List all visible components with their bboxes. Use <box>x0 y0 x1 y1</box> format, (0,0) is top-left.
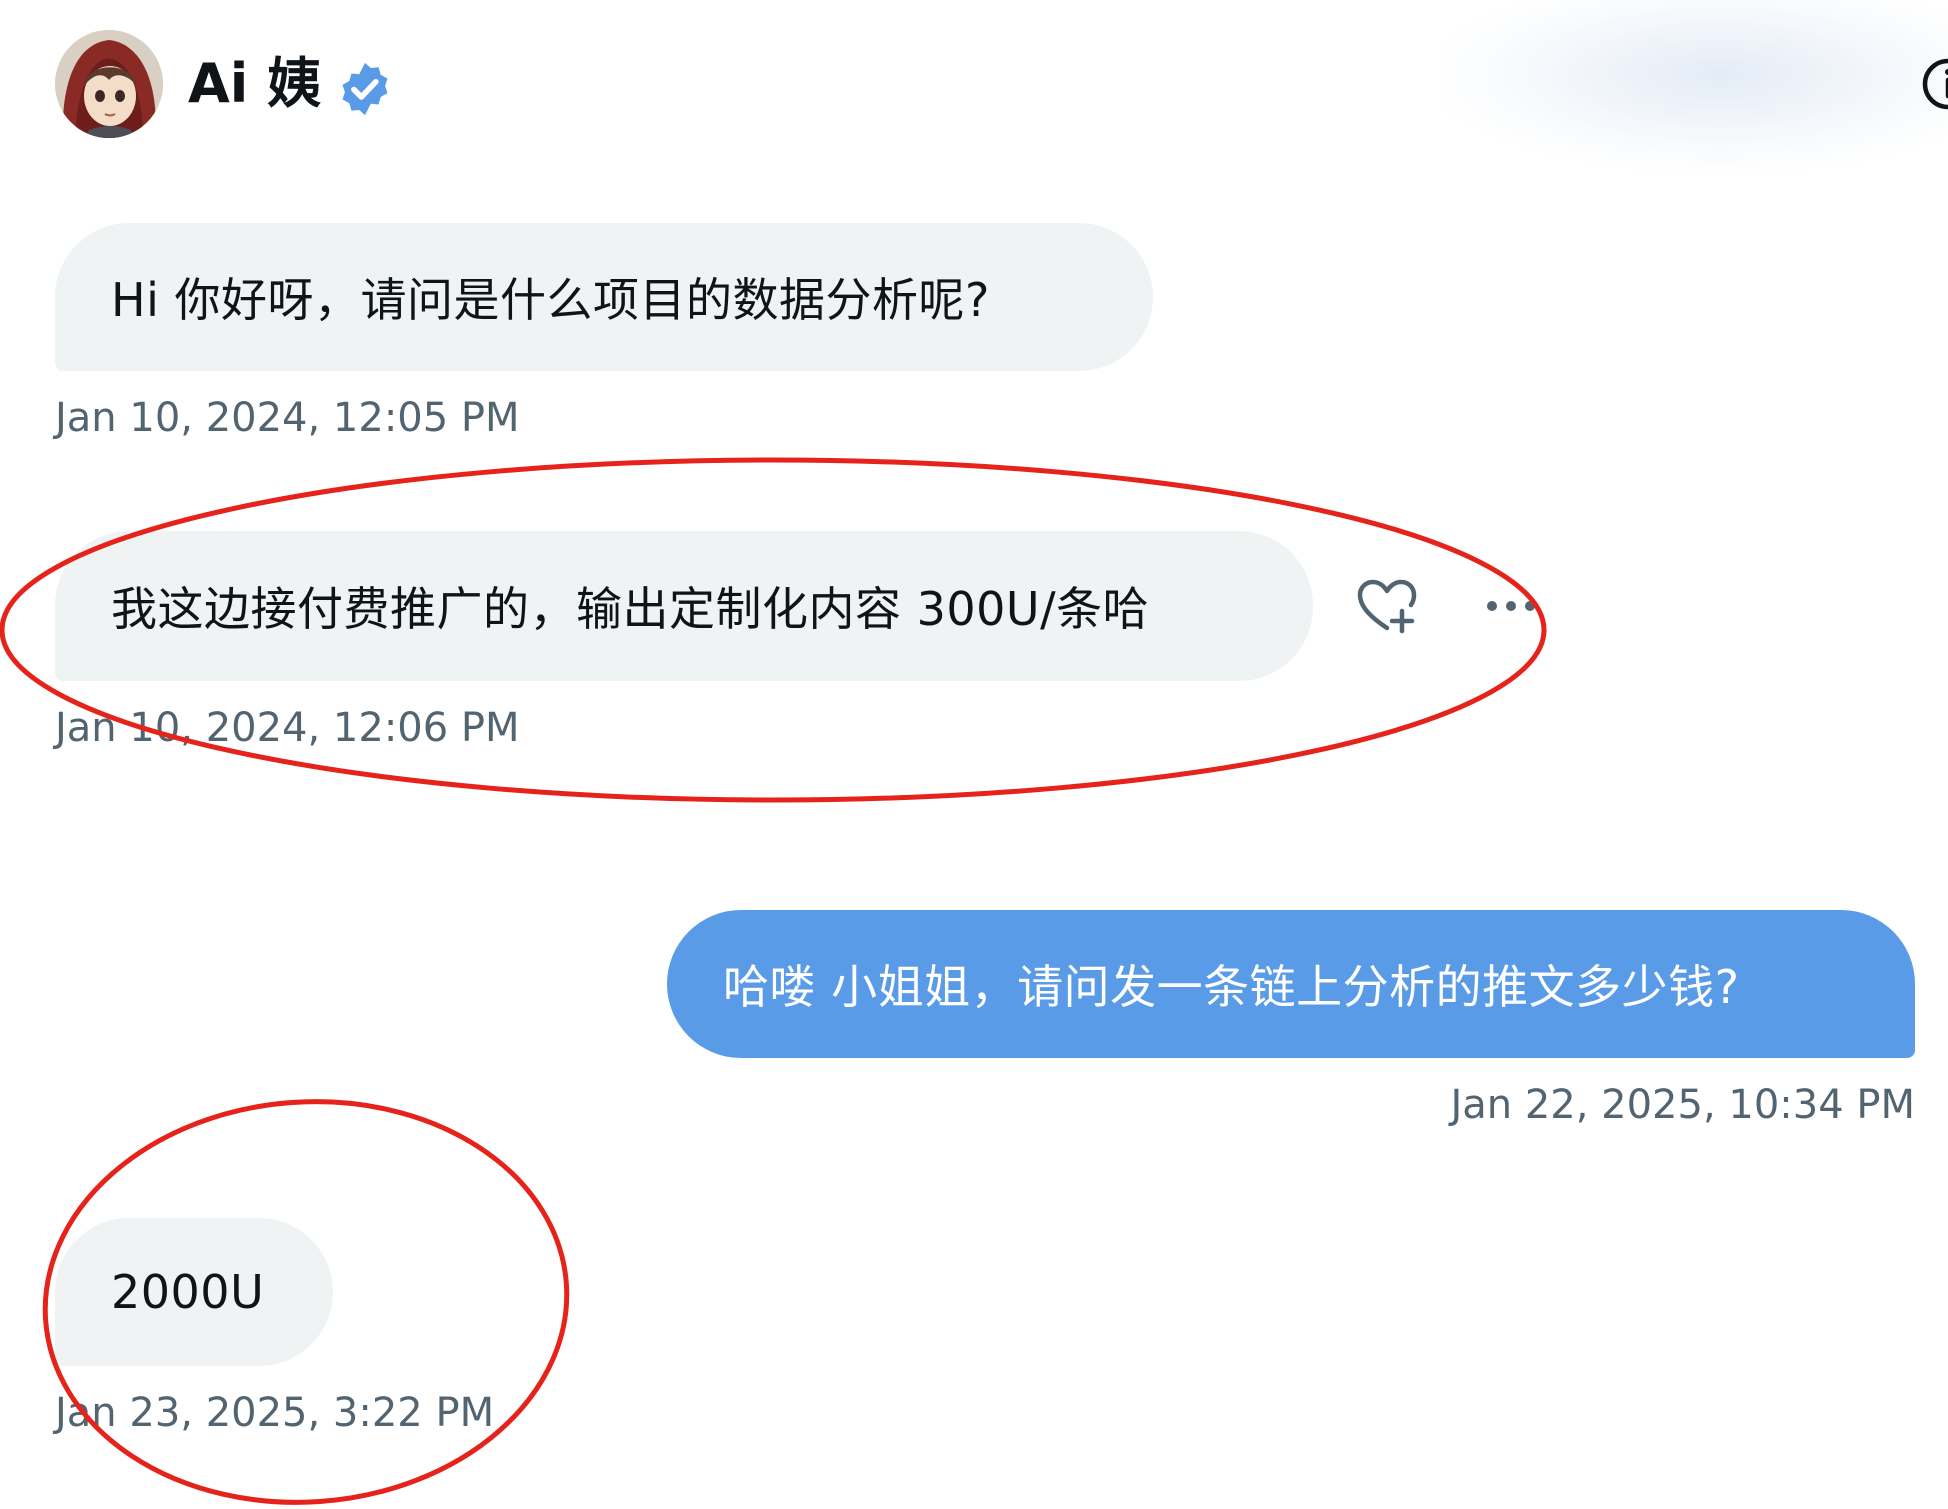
message-timestamp: Jan 10, 2024, 12:06 PM <box>55 705 520 751</box>
message-timestamp: Jan 23, 2025, 3:22 PM <box>55 1390 495 1436</box>
message-timestamp: Jan 22, 2025, 10:34 PM <box>1450 1082 1915 1128</box>
message-text: 哈喽 小姐姐，请问发一条链上分析的推文多少钱? <box>723 960 1740 1014</box>
outgoing-message-bubble[interactable]: 哈喽 小姐姐，请问发一条链上分析的推文多少钱? <box>667 910 1915 1058</box>
verified-badge-icon <box>342 62 388 116</box>
message-text: 2000U <box>111 1265 265 1319</box>
incoming-message-bubble[interactable]: Hi 你好呀，请问是什么项目的数据分析呢? <box>55 223 1153 371</box>
message-text: 我这边接付费推广的，输出定制化内容 300U/条哈 <box>111 582 1150 636</box>
conversation-title: Ai 姨 <box>188 52 322 115</box>
incoming-message-bubble[interactable]: 我这边接付费推广的，输出定制化内容 300U/条哈 <box>55 531 1313 681</box>
message-text: Hi 你好呀，请问是什么项目的数据分析呢? <box>111 273 990 327</box>
header-background-glow <box>1440 0 1948 170</box>
info-icon[interactable] <box>1918 54 1948 114</box>
message-timestamp: Jan 10, 2024, 12:05 PM <box>55 395 520 441</box>
incoming-message-bubble[interactable]: 2000U <box>55 1218 333 1366</box>
heart-plus-icon[interactable] <box>1356 578 1418 634</box>
anime-avatar-icon <box>55 30 163 138</box>
dm-conversation: Ai 姨 Hi 你好呀，请问是什么项目的数据分析呢? Jan 10, 2024,… <box>0 0 1948 1509</box>
avatar[interactable] <box>55 30 163 138</box>
more-horizontal-icon[interactable] <box>1484 596 1538 616</box>
